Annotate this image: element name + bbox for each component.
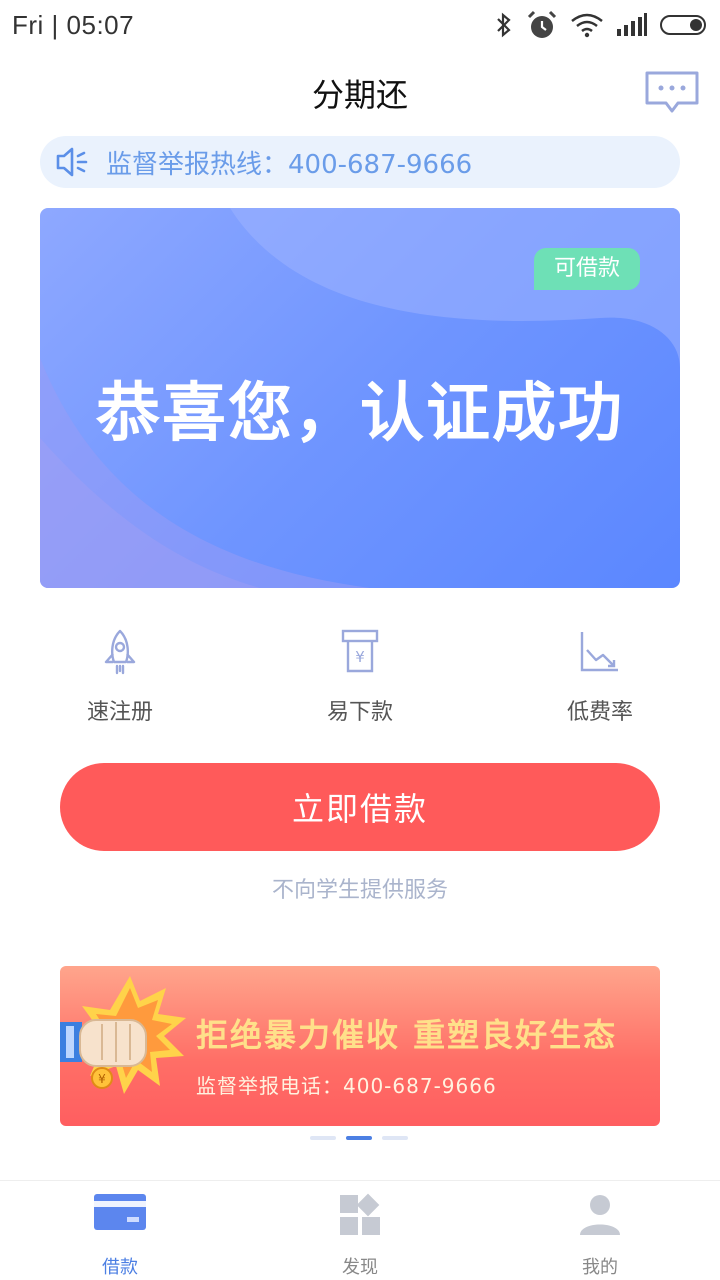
carousel-indicator <box>310 1136 408 1140</box>
tab-label: 借款 <box>102 1257 138 1278</box>
page-title: 分期还 <box>311 76 408 114</box>
coin-symbol: ¥ <box>98 1072 106 1086</box>
card-icon <box>94 1194 146 1230</box>
wifi-icon <box>571 13 603 38</box>
feature-label: 易下款 <box>326 700 393 725</box>
carousel-dot[interactable] <box>382 1136 408 1140</box>
fist-starburst-illustration: ¥ <box>60 976 186 1094</box>
status-time: Fri | 05:07 <box>12 9 135 40</box>
tab-discover[interactable]: 发现 <box>240 1181 480 1280</box>
promo-title: 拒绝暴力催收 重塑良好生态 <box>196 1016 618 1054</box>
svg-text:¥: ¥ <box>355 648 365 666</box>
rocket-icon <box>104 629 136 675</box>
student-disclaimer: 不向学生提供服务 <box>271 878 448 903</box>
user-icon <box>580 1195 620 1235</box>
banner-title: 恭喜您，认证成功 <box>96 377 624 451</box>
notice-text: 监督举报热线：400-687-9666 <box>106 149 473 180</box>
tab-borrow[interactable]: 借款 <box>0 1181 240 1280</box>
tab-label: 我的 <box>582 1257 618 1278</box>
battery-icon <box>660 15 706 35</box>
borrow-available-badge: 可借款 <box>533 248 640 290</box>
speaker-icon <box>56 147 88 177</box>
tab-label: 发现 <box>342 1257 378 1278</box>
hero-banner: 可借款 恭喜您，认证成功 <box>40 208 680 588</box>
message-button[interactable] <box>644 70 700 116</box>
trend-down-icon <box>580 632 618 672</box>
atm-cash-icon: ¥ <box>341 629 379 673</box>
promo-banner[interactable]: ¥ 拒绝暴力催收 重塑良好生态 监督举报电话：400-687-9666 <box>60 966 660 1126</box>
features-row: 速注册 ¥ 易下款 低费率 <box>0 628 720 728</box>
signal-icon <box>617 13 647 36</box>
feature-easy-loan: ¥ 易下款 <box>280 628 440 726</box>
feature-fast-register: 速注册 <box>40 628 200 726</box>
bottom-tab-bar: 借款 发现 我的 <box>0 1180 720 1280</box>
feature-label: 低费率 <box>566 700 633 725</box>
chat-bubble-icon <box>645 71 699 113</box>
notice-bar[interactable]: 监督举报热线：400-687-9666 <box>40 136 680 188</box>
header: 分期还 <box>0 60 720 126</box>
alarm-icon <box>527 10 557 38</box>
tab-profile[interactable]: 我的 <box>480 1181 720 1280</box>
status-icons <box>494 10 708 40</box>
carousel-dot-active[interactable] <box>346 1136 372 1140</box>
discover-icon <box>340 1193 380 1235</box>
bluetooth-icon <box>497 12 511 38</box>
carousel-dot[interactable] <box>310 1136 336 1140</box>
status-bar: Fri | 05:07 <box>0 0 720 50</box>
borrow-now-button[interactable]: 立即借款 <box>60 763 660 851</box>
feature-low-rate: 低费率 <box>520 628 680 726</box>
feature-label: 速注册 <box>86 700 153 725</box>
promo-subtitle: 监督举报电话：400-687-9666 <box>196 1074 497 1098</box>
